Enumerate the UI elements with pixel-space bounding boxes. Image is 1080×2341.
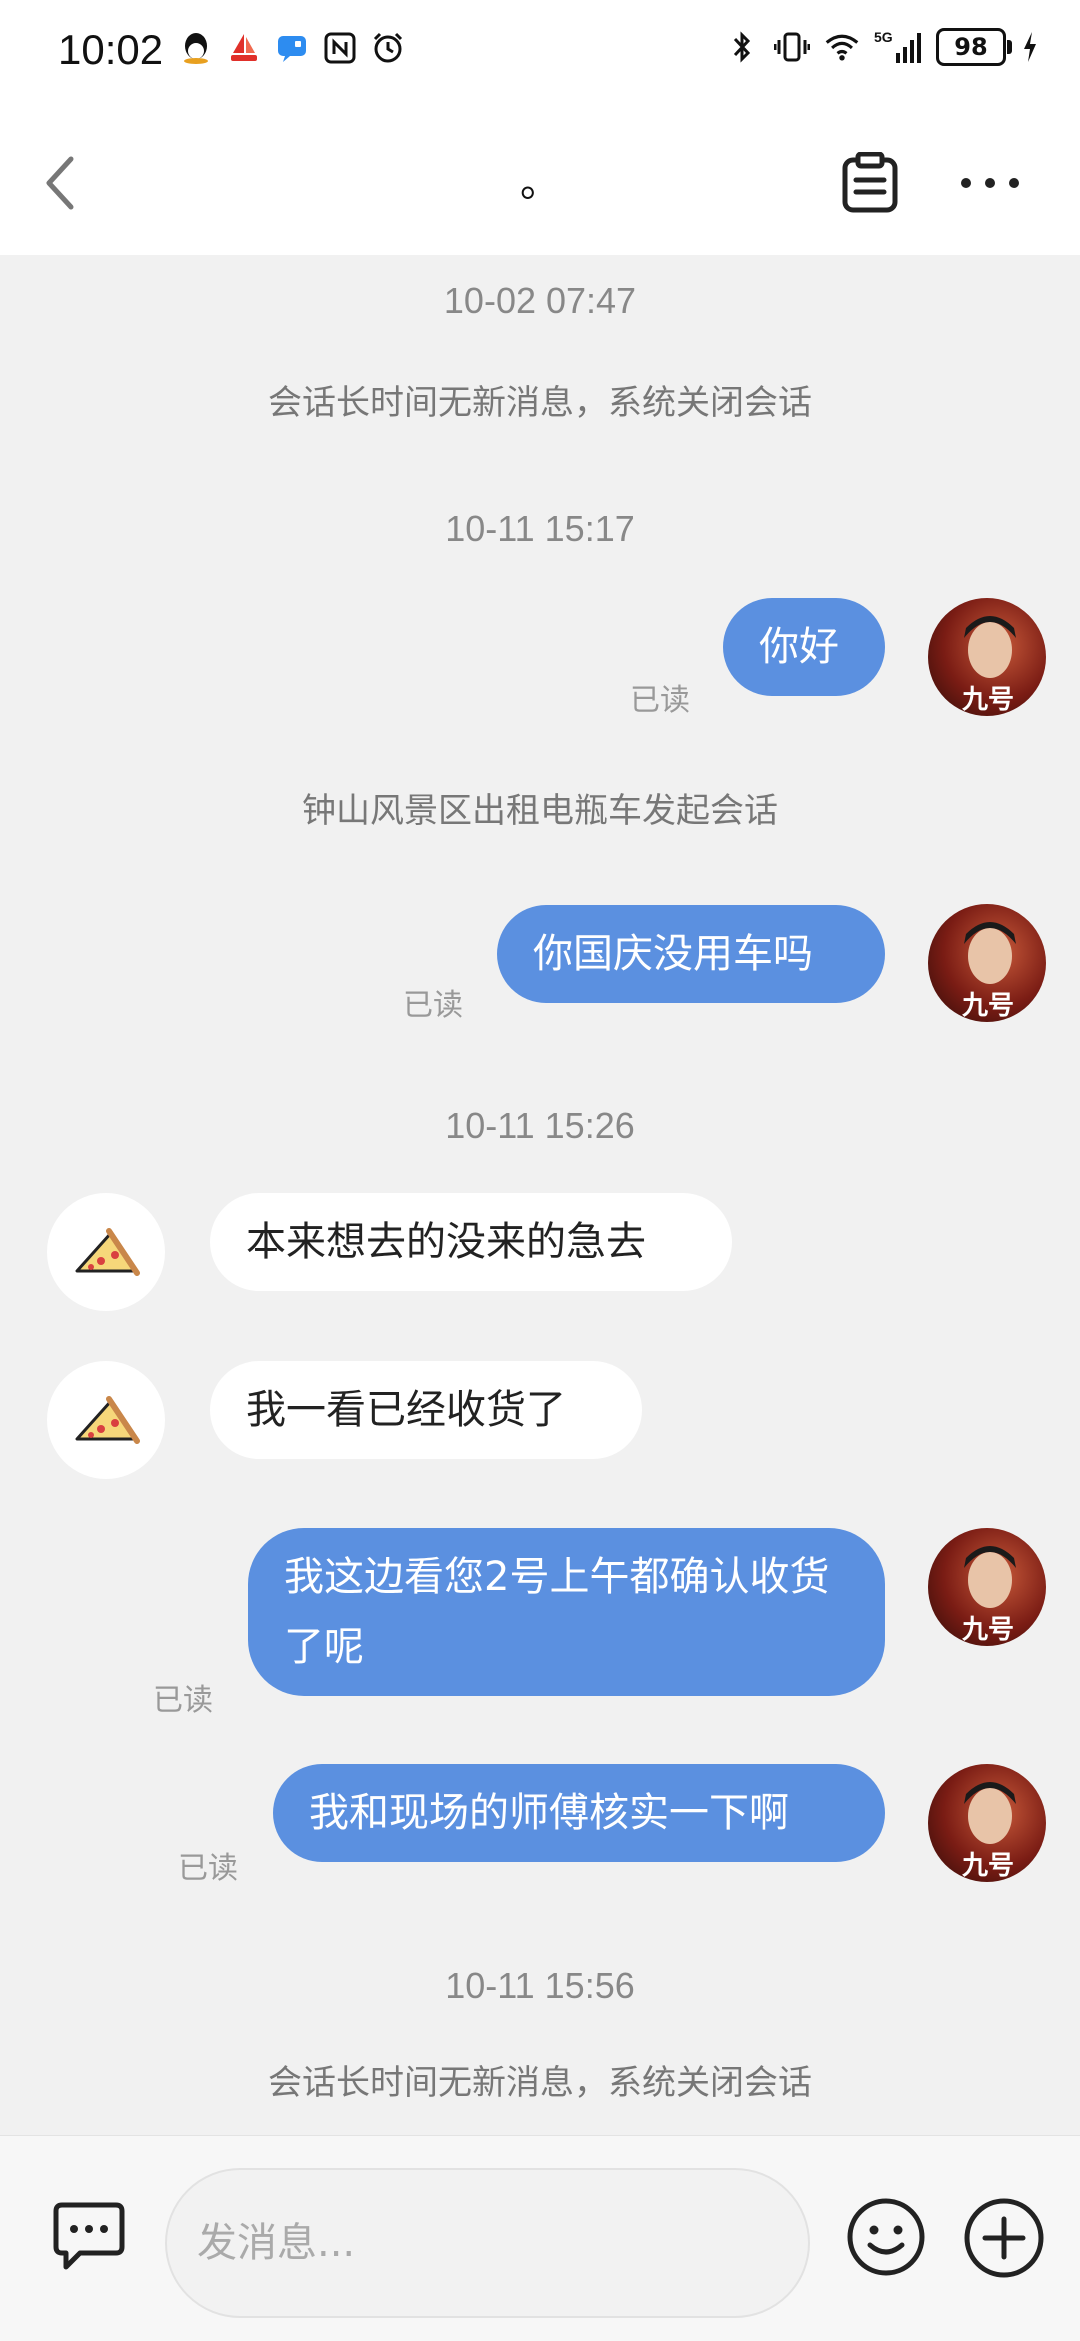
more-button[interactable] [952, 148, 1028, 218]
avatar[interactable]: 九号 [928, 904, 1046, 1022]
timestamp: 10-02 07:47 [443, 280, 637, 321]
received-message-bubble[interactable]: 本来想去的没来的急去 [210, 1193, 732, 1291]
quick-reply-button[interactable] [48, 2196, 130, 2278]
boat-app-icon [226, 30, 262, 66]
clipboard-icon [842, 152, 898, 213]
sent-message-bubble[interactable]: 我这边看您2号上午都确认收货了呢 [248, 1528, 885, 1696]
order-note-button[interactable] [835, 148, 905, 218]
nfc-icon [322, 30, 358, 66]
avatar[interactable] [47, 1193, 165, 1311]
smiley-icon [847, 2198, 925, 2276]
status-bar: 10:02 5G 98 [0, 0, 1080, 110]
status-notification-icons [178, 30, 406, 66]
chat-header: 。 [0, 110, 1080, 255]
pizza-icon [75, 1396, 140, 1444]
message-input-bar: 发消息... [0, 2135, 1080, 2341]
sent-message-bubble[interactable]: 你好 [723, 598, 885, 696]
svg-text:九号: 九号 [961, 991, 1014, 1021]
timestamp: 10-11 15:26 [445, 1105, 635, 1146]
emoji-button[interactable] [845, 2196, 927, 2278]
read-status: 已读 [403, 988, 463, 1023]
signal-5g-icon: 5G [874, 29, 922, 65]
system-message: 钟山风景区出租电瓶车发起会话 [302, 791, 778, 831]
message-icon [53, 2202, 125, 2270]
svg-text:九号: 九号 [961, 1615, 1014, 1645]
svg-text:5G: 5G [874, 29, 893, 45]
status-system-icons: 5G 98 [724, 28, 1040, 66]
system-message: 会话长时间无新消息，系统关闭会话 [268, 2063, 812, 2103]
more-horizontal-icon [961, 178, 1019, 188]
sent-message-bubble[interactable]: 你国庆没用车吗 [497, 905, 885, 1003]
svg-text:九号: 九号 [961, 1851, 1014, 1881]
system-message: 会话长时间无新消息，系统关闭会话 [268, 383, 812, 423]
add-attachment-button[interactable] [962, 2196, 1046, 2280]
pizza-icon [75, 1228, 140, 1276]
svg-text:九号: 九号 [961, 685, 1014, 715]
vibrate-icon [774, 29, 810, 65]
received-message-bubble[interactable]: 我一看已经收货了 [210, 1361, 642, 1459]
battery-indicator: 98 [936, 28, 1012, 66]
timestamp: 10-11 15:17 [445, 508, 635, 549]
charging-icon [1020, 29, 1040, 65]
timestamp: 10-11 15:56 [445, 1965, 635, 2006]
chat-message-list[interactable]: 10-02 07:47 会话长时间无新消息，系统关闭会话 10-11 15:17… [0, 255, 1080, 2135]
wifi-icon [824, 29, 860, 65]
read-status: 已读 [153, 1683, 213, 1718]
qq-icon [178, 30, 214, 66]
avatar[interactable]: 九号 [928, 1528, 1046, 1646]
avatar[interactable]: 九号 [928, 598, 1046, 716]
avatar[interactable]: 九号 [928, 1764, 1046, 1882]
read-status: 已读 [630, 683, 690, 718]
alarm-icon [370, 30, 406, 66]
bluetooth-icon [724, 29, 760, 65]
avatar[interactable] [47, 1361, 165, 1479]
message-input[interactable]: 发消息... [165, 2168, 810, 2318]
chat-app-icon [274, 30, 310, 66]
sent-message-bubble[interactable]: 我和现场的师傅核实一下啊 [273, 1764, 885, 1862]
status-time: 10:02 [58, 26, 164, 73]
page-title: 。 [520, 160, 560, 206]
read-status: 已读 [178, 1851, 238, 1886]
plus-circle-icon [964, 2198, 1044, 2278]
